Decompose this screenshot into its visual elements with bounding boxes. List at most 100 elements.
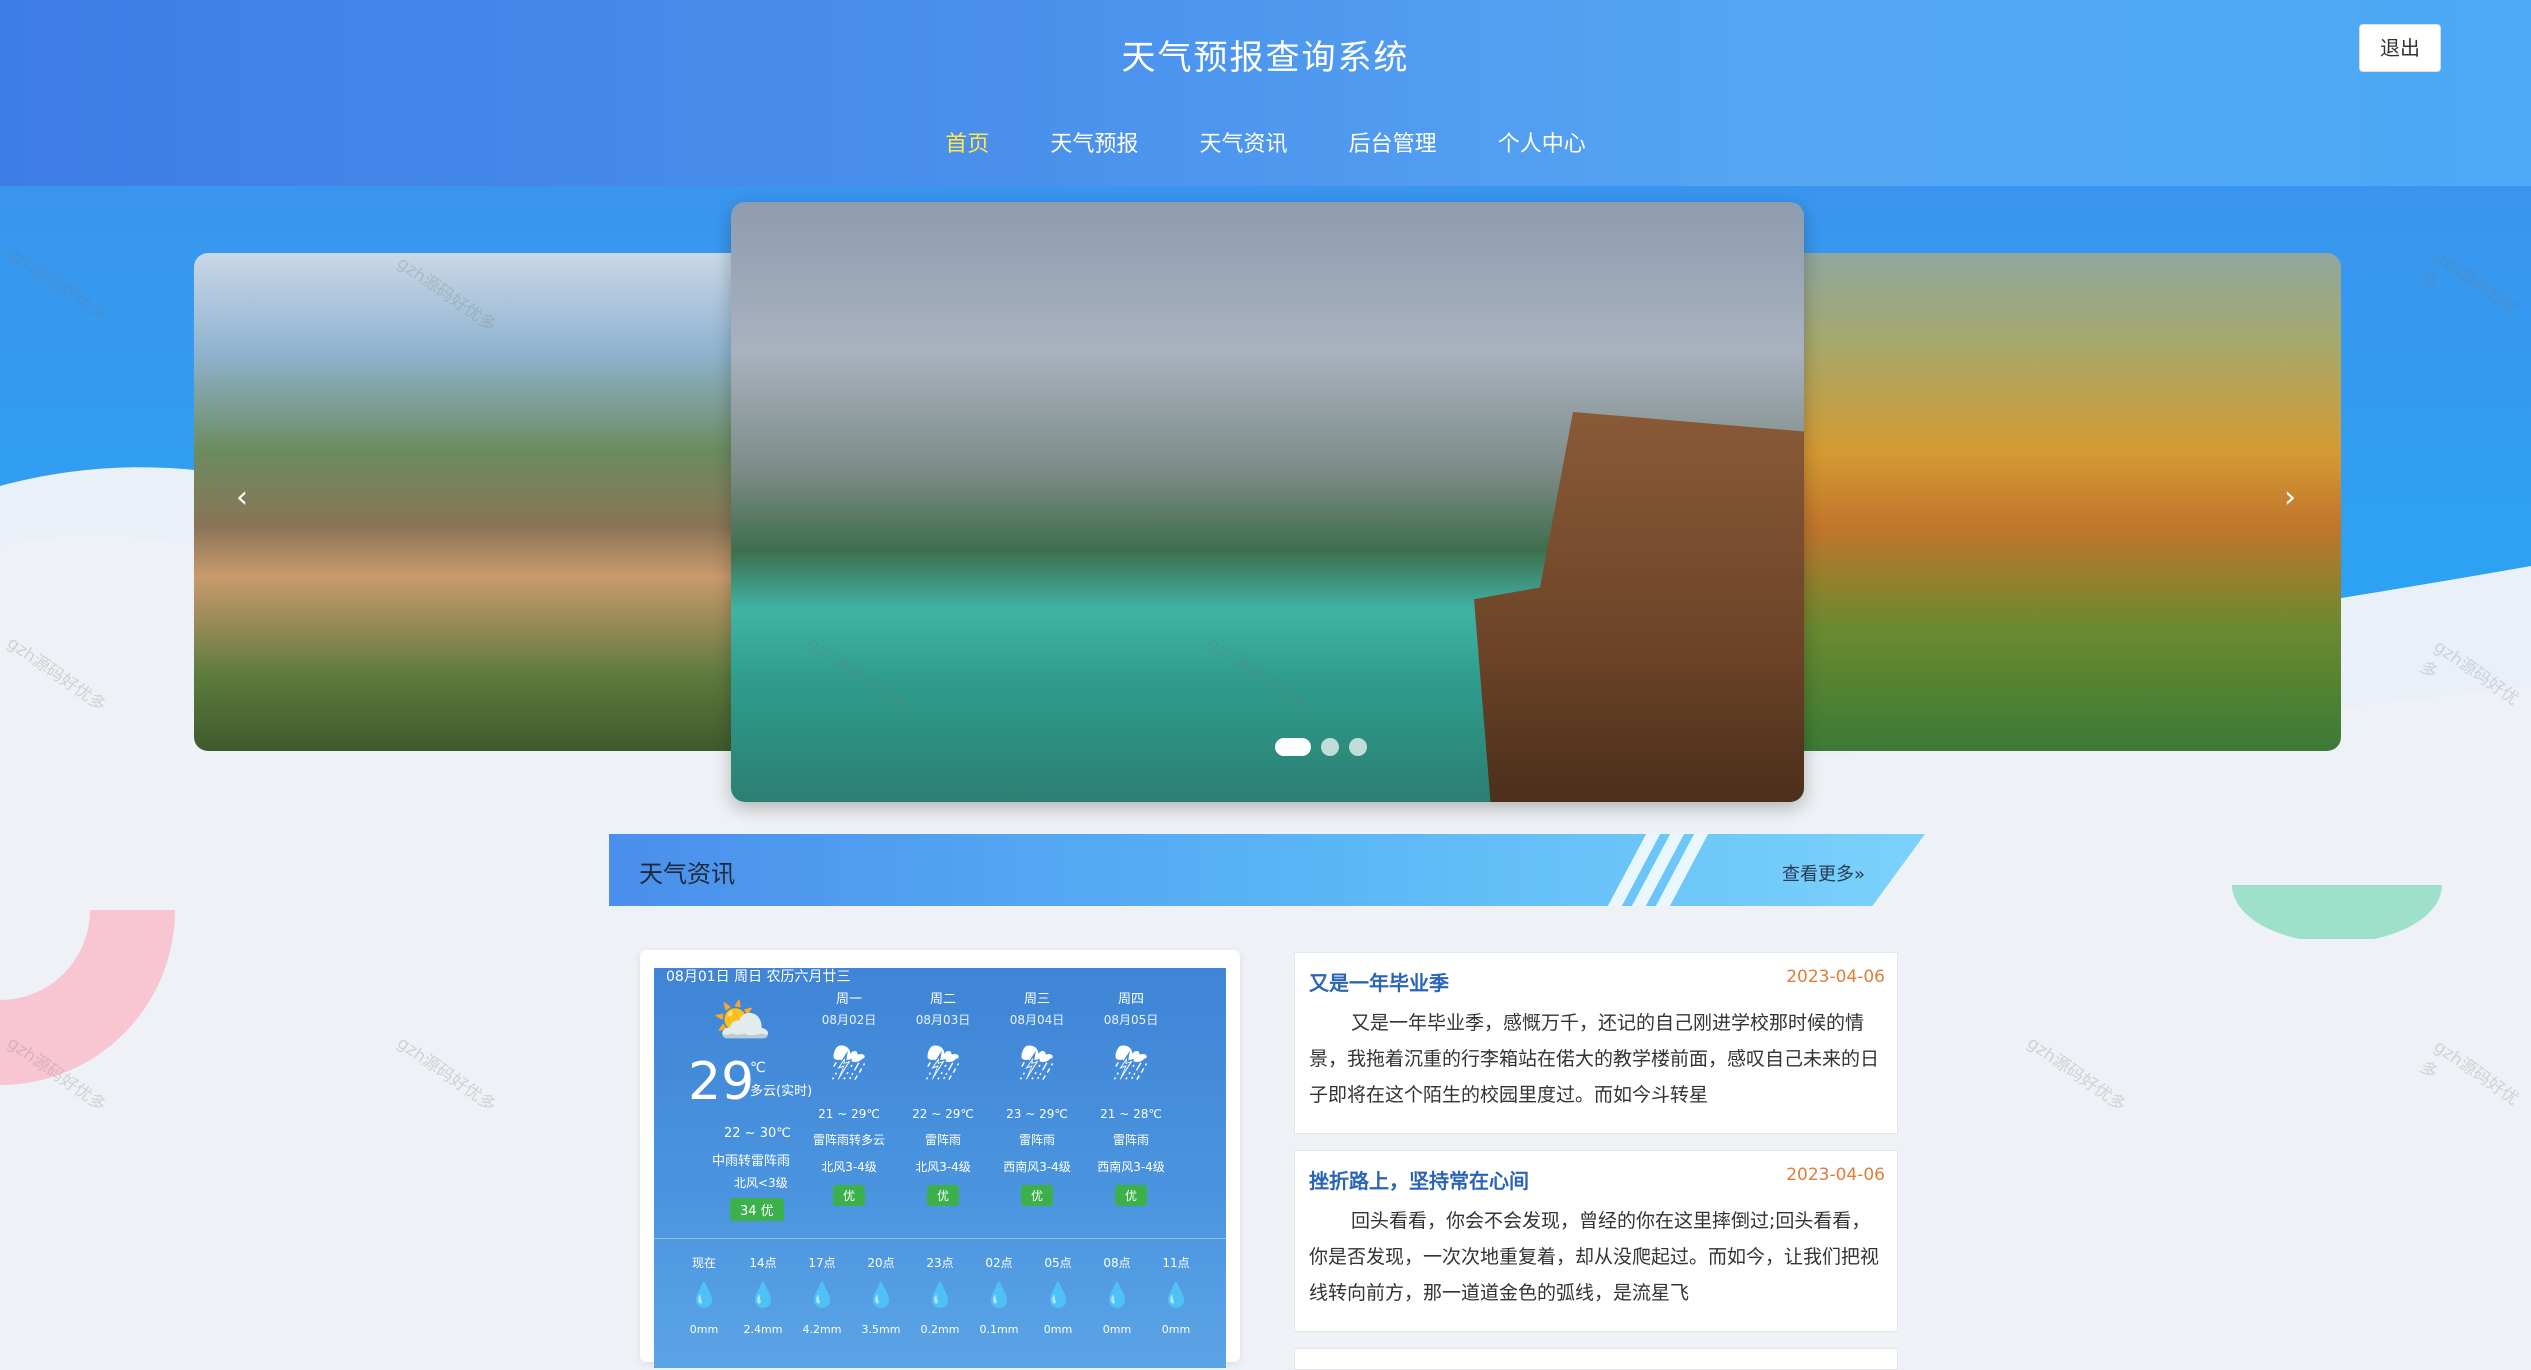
raindrop-icon: 💧 [866,1281,896,1309]
carousel-dot[interactable] [1275,738,1311,756]
hourly-item: 23点 💧 0.2mm [912,1254,968,1336]
watermark-text: gzh源码好优多 [393,1033,500,1116]
hourly-item: 17点 💧 4.2mm [794,1254,850,1336]
hourly-item: 14点 💧 2.4mm [735,1254,791,1336]
hourly-item: 20点 💧 3.5mm [853,1254,909,1336]
news-date: 2023-04-06 [1786,967,1885,987]
carousel-dot[interactable] [1321,738,1339,756]
today-range: 22 ~ 30℃ [724,1126,791,1141]
raindrop-icon: 💧 [748,1281,778,1309]
day-range: 21 ~ 28℃ [1100,1107,1162,1121]
day-wind: 北风3-4级 [915,1160,971,1174]
hour-precip: 4.2mm [802,1323,842,1336]
day-name: 周四 [1117,992,1144,1007]
news-title[interactable]: 又是一年毕业季 [1309,967,1449,996]
hour-precip: 0mm [1043,1323,1073,1336]
day-condition: 雷阵雨 [1112,1133,1149,1147]
carousel-next-button[interactable]: › [2284,480,2296,515]
hour-precip: 2.4mm [743,1323,783,1336]
news-date: 2023-04-06 [1786,1165,1885,1185]
day-date: 08月02日 [821,1013,877,1027]
weather-widget: 08月01日 周日 农历六月廿三 ⛅ 29 ℃ 多云(实时) 22 ~ 30℃ … [654,968,1226,1368]
partly-cloudy-icon: ⛅ [712,993,772,1049]
site-title: 天气预报查询系统 [1121,38,1410,78]
nav-item-admin[interactable]: 后台管理 [1349,126,1437,158]
day-aqi-badge: 优 [832,1185,865,1206]
day-condition: 雷阵雨 [1018,1133,1055,1147]
day-name: 周三 [1023,992,1050,1007]
hour-time: 14点 [749,1256,777,1270]
raindrop-icon: 💧 [689,1281,719,1309]
carousel-prev-button[interactable]: ‹ [236,480,248,515]
news-excerpt: 回头看看，你会不会发现，曾经的你在这里摔倒过;回头看看，你是否发现，一次次地重复… [1309,1210,1880,1304]
hour-precip: 0mm [1161,1323,1191,1336]
day-date: 08月05日 [1103,1013,1159,1027]
weather-date: 08月01日 周日 农历六月廿三 [666,969,851,985]
news-item[interactable]: 又是一年毕业季 2023-04-06 又是一年毕业季，感慨万千，还记的自己刚进学… [1294,952,1898,1134]
nav-item-profile[interactable]: 个人中心 [1498,126,1586,158]
hour-time: 20点 [867,1256,895,1270]
day-wind: 西南风3-4级 [1097,1160,1165,1174]
day-wind: 北风3-4级 [821,1160,877,1174]
forecast-day: 周二 08月03日 ⛈ 22 ~ 29℃ 雷阵雨 北风3-4级 优 [898,988,988,1206]
today-wind: 北风<3级 [734,1176,788,1190]
day-condition: 雷阵雨 [924,1133,961,1147]
logout-button[interactable]: 退出 [2359,24,2441,72]
hour-precip: 0mm [1102,1323,1132,1336]
hourly-item: 11点 💧 0mm [1148,1254,1204,1336]
day-date: 08月03日 [915,1013,971,1027]
day-range: 23 ~ 29℃ [1006,1107,1068,1121]
hour-time: 17点 [808,1256,836,1270]
day-date: 08月04日 [1009,1013,1065,1027]
carousel-slide-village[interactable] [194,253,754,751]
nav-item-forecast[interactable]: 天气预报 [1050,126,1138,158]
hour-time: 02点 [985,1256,1013,1270]
hour-time: 现在 [691,1256,716,1270]
raindrop-icon: 💧 [925,1281,955,1309]
day-aqi-badge: 优 [1020,1185,1053,1206]
carousel-dots [1275,738,1367,756]
aqi-badge: 34 优 [730,1198,784,1221]
thunderstorm-icon: ⛈ [831,1038,867,1089]
current-description: 多云(实时) [750,1084,813,1099]
day-range: 22 ~ 29℃ [912,1107,974,1121]
hour-precip: 3.5mm [861,1323,901,1336]
raindrop-icon: 💧 [1161,1281,1191,1309]
hour-time: 08点 [1103,1256,1131,1270]
forecast-day: 周四 08月05日 ⛈ 21 ~ 28℃ 雷阵雨 西南风3-4级 优 [1086,988,1176,1206]
day-name: 周二 [929,992,956,1007]
section-header: 天气资讯 查看更多» [609,834,1925,906]
day-name: 周一 [835,992,862,1007]
hourly-item: 现在 💧 0mm [676,1254,732,1336]
thunderstorm-icon: ⛈ [1019,1038,1055,1089]
temperature-unit: ℃ [750,1060,766,1076]
carousel-slide-autumn[interactable] [1785,253,2341,751]
news-item[interactable] [1294,1348,1898,1370]
hour-precip: 0.2mm [920,1323,960,1336]
day-range: 21 ~ 29℃ [818,1107,880,1121]
hourly-item: 05点 💧 0mm [1030,1254,1086,1336]
raindrop-icon: 💧 [1043,1281,1073,1309]
main-nav: 首页 天气预报 天气资讯 后台管理 个人中心 [0,126,2531,158]
forecast-day: 周三 08月04日 ⛈ 23 ~ 29℃ 雷阵雨 西南风3-4级 优 [992,988,1082,1206]
carousel-dot[interactable] [1349,738,1367,756]
news-title[interactable]: 挫折路上，坚持常在心间 [1309,1165,1529,1194]
forecast-day: 周一 08月02日 ⛈ 21 ~ 29℃ 雷阵雨转多云 北风3-4级 优 [804,988,894,1206]
hourly-item: 08点 💧 0mm [1089,1254,1145,1336]
weather-widget-card: 08月01日 周日 农历六月廿三 ⛅ 29 ℃ 多云(实时) 22 ~ 30℃ … [640,950,1240,1368]
nav-item-news[interactable]: 天气资讯 [1199,126,1287,158]
view-more-link[interactable]: 查看更多» [1782,860,1865,886]
hour-time: 05点 [1044,1256,1072,1270]
raindrop-icon: 💧 [984,1281,1014,1309]
hour-time: 23点 [926,1256,954,1270]
hourly-item: 02点 💧 0.1mm [971,1254,1027,1336]
raindrop-icon: 💧 [1102,1281,1132,1309]
nav-item-home[interactable]: 首页 [945,126,989,158]
thunderstorm-icon: ⛈ [925,1038,961,1089]
section-title: 天气资讯 [639,860,735,888]
watermark-text: gzh源码好优多 [2415,1036,2523,1110]
news-excerpt: 又是一年毕业季，感慨万千，还记的自己刚进学校那时候的情景，我拖着沉重的行李箱站在… [1309,1012,1880,1106]
hour-precip: 0mm [689,1323,719,1336]
day-condition: 雷阵雨转多云 [812,1133,885,1147]
news-item[interactable]: 挫折路上，坚持常在心间 2023-04-06 回头看看，你会不会发现，曾经的你在… [1294,1150,1898,1332]
